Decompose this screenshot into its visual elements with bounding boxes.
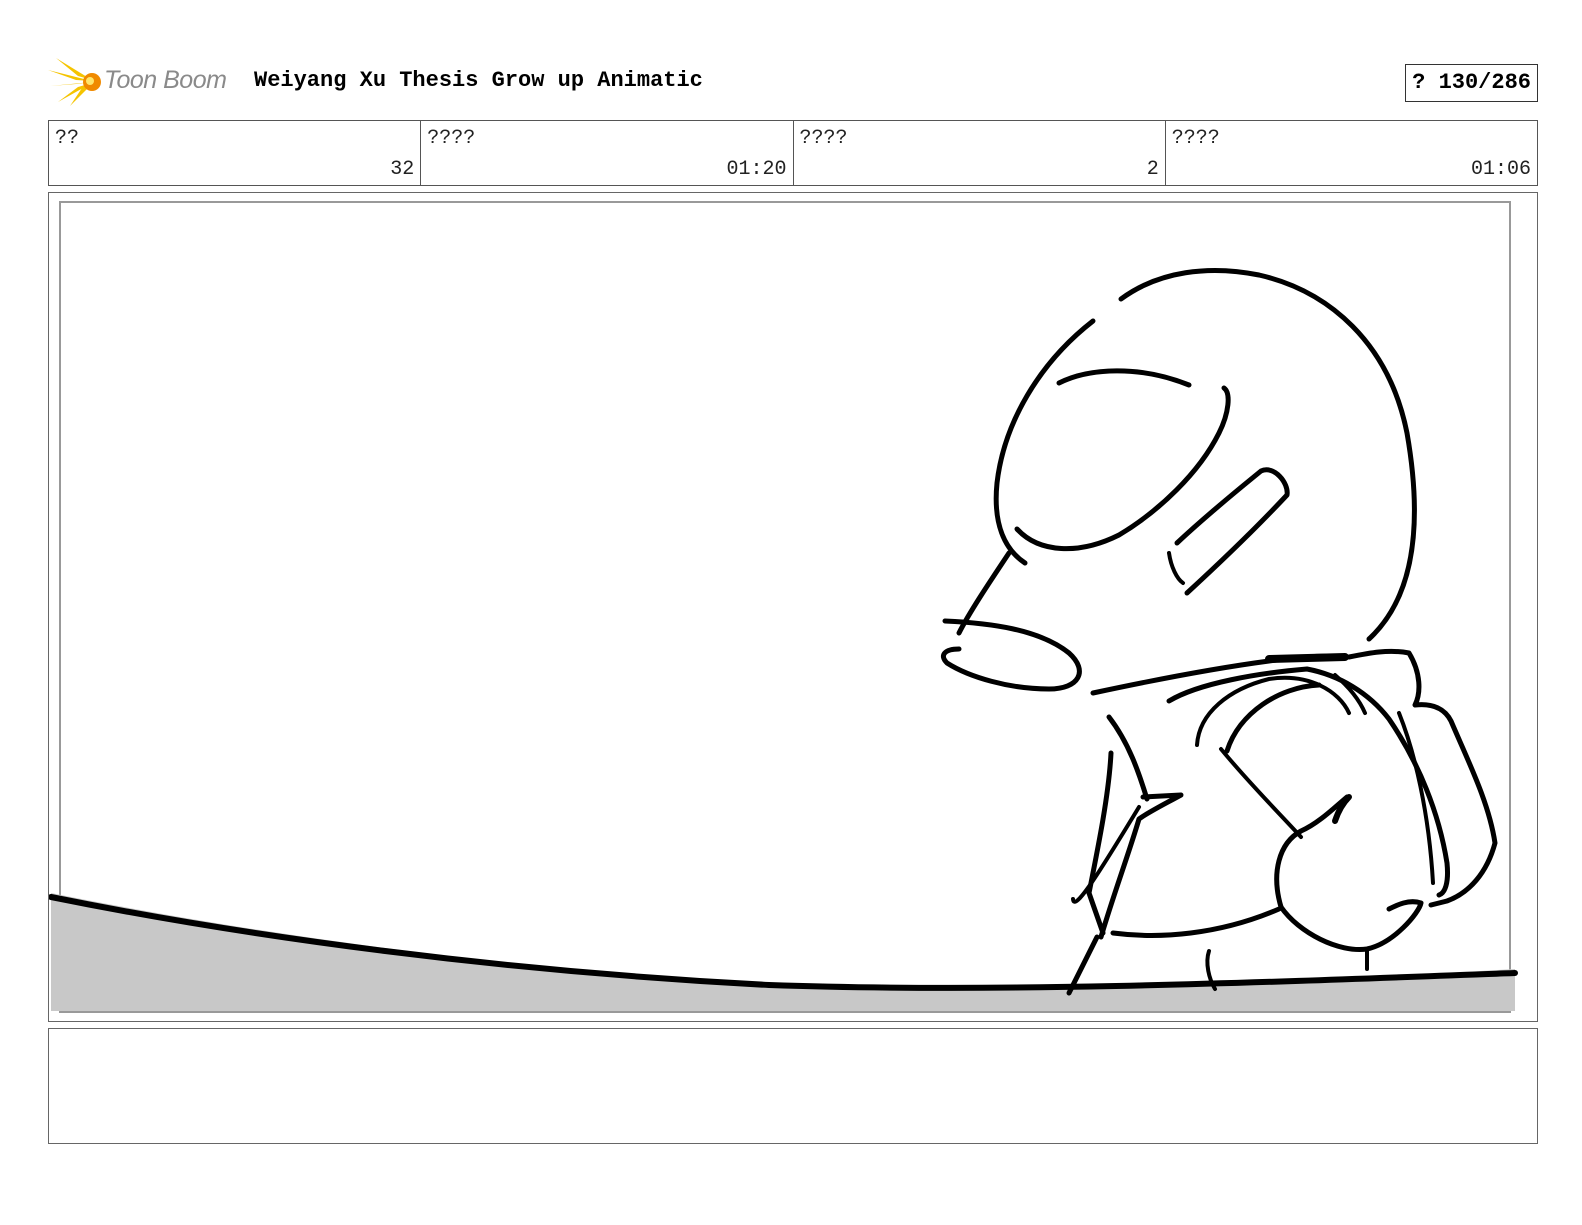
info-cell-duration: ???? 01:20	[421, 121, 794, 185]
info-label: ????	[427, 127, 476, 150]
storyboard-panel	[48, 192, 1538, 1022]
page-header: Toon Boom Weiyang Xu Thesis Grow up Anim…	[48, 56, 1538, 106]
page-indicator: ? 130/286	[1405, 64, 1538, 102]
logo-text: Toon Boom	[104, 66, 227, 94]
panel-notes	[48, 1028, 1538, 1144]
flame-burst-icon	[48, 58, 101, 106]
storyboard-title: Weiyang Xu Thesis Grow up Animatic	[254, 68, 703, 93]
info-cell-panel-duration: ???? 01:06	[1166, 121, 1537, 185]
info-label: ????	[799, 127, 848, 150]
info-label: ????	[1171, 127, 1220, 150]
panel-sketch	[49, 267, 1518, 1011]
toon-boom-logo: Toon Boom	[48, 56, 238, 106]
info-label: ??	[55, 127, 80, 150]
info-cell-panel: ???? 2	[794, 121, 1166, 185]
ground-fill	[51, 893, 1515, 1011]
info-value: 2	[1146, 158, 1159, 181]
panel-info-row: ?? 32 ???? 01:20 ???? 2 ???? 01:06	[48, 120, 1538, 186]
info-cell-scene: ?? 32	[49, 121, 422, 185]
info-value: 01:06	[1470, 158, 1531, 181]
character-sketch	[941, 267, 1498, 996]
info-value: 32	[390, 158, 415, 181]
info-value: 01:20	[726, 158, 787, 181]
